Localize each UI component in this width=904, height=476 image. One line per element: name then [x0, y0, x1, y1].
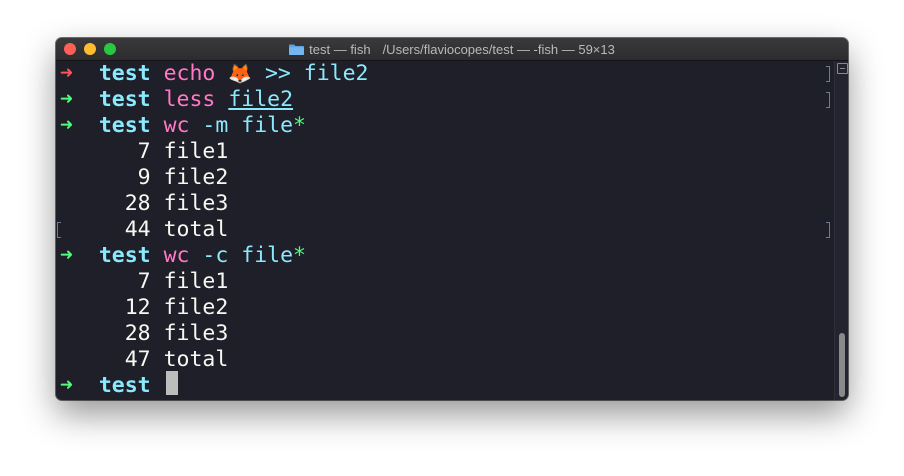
command-argument: file2 [303, 61, 369, 86]
prompt-arrow-icon: ➜ [60, 87, 73, 112]
prompt-directory: test [98, 373, 151, 398]
glob-wildcard: * [293, 243, 306, 268]
output-line: 28 file3 [60, 191, 229, 217]
prompt-line: ➜ test echo 🦊 >> file2 [60, 61, 369, 87]
folder-icon [289, 44, 305, 55]
output-name: file1 [163, 139, 229, 164]
output-count: 47 [124, 347, 151, 372]
prompt-line: ➜ test wc -m file* [60, 113, 306, 139]
output-count: 28 [124, 191, 151, 216]
active-prompt-line[interactable]: ➜ test [60, 373, 151, 399]
window-title-left: test — fish [309, 41, 371, 57]
prompt-directory: test [98, 113, 151, 138]
output-name: file2 [163, 165, 229, 190]
output-name: total [163, 347, 229, 372]
prompt-arrow-icon: ➜ [60, 373, 73, 398]
output-count: 7 [137, 269, 151, 294]
text-cursor [166, 371, 178, 395]
output-count: 28 [124, 321, 151, 346]
prompt-arrow-icon: ➜ [60, 243, 73, 268]
output-line: 7 file1 [60, 269, 229, 295]
command-name: wc [163, 113, 190, 138]
command-flag: -m [202, 113, 229, 138]
terminal-window[interactable]: test — fish /Users/flaviocopes/test — -f… [56, 38, 848, 400]
prompt-directory: test [98, 243, 151, 268]
prompt-arrow-icon: ➜ [60, 61, 73, 86]
output-count: 44 [124, 217, 151, 242]
window-title: test — fish /Users/flaviocopes/test — -f… [56, 38, 848, 60]
output-line: 12 file2 [60, 295, 229, 321]
command-argument: file [241, 243, 294, 268]
redirect-operator: >> [264, 61, 291, 86]
file-path-link[interactable]: file2 [228, 87, 293, 112]
command-name: wc [163, 243, 190, 268]
scroll-thumb[interactable] [839, 333, 845, 397]
prompt-directory: test [98, 87, 151, 112]
output-count: 12 [124, 295, 151, 320]
output-name: file3 [163, 321, 229, 346]
command-flag: -c [202, 243, 229, 268]
mark-bracket-icon [826, 92, 830, 108]
output-line: 7 file1 [60, 139, 229, 165]
command-argument: file [241, 113, 294, 138]
output-line: 28 file3 [60, 321, 229, 347]
output-line: 44 total [60, 217, 229, 243]
window-title-path: /Users/flaviocopes/test — -fish — 59×13 [382, 41, 615, 57]
mark-bracket-icon [826, 66, 830, 82]
output-name: total [163, 217, 229, 242]
glob-wildcard: * [293, 113, 306, 138]
output-line: 47 total [60, 347, 229, 373]
command-name: echo [163, 61, 216, 86]
prompt-arrow-icon: ➜ [60, 113, 73, 138]
command-name: less [163, 87, 216, 112]
output-name: file3 [163, 191, 229, 216]
output-name: file1 [163, 269, 229, 294]
mark-bracket-icon [57, 222, 61, 238]
output-count: 7 [137, 139, 151, 164]
fox-emoji-icon: 🦊 [228, 63, 252, 85]
mark-bracket-icon [826, 222, 830, 238]
title-bar[interactable]: test — fish /Users/flaviocopes/test — -f… [56, 38, 848, 61]
prompt-line: ➜ test less file2 [60, 87, 293, 113]
scroll-menu-icon[interactable] [837, 63, 848, 74]
vertical-scrollbar[interactable] [834, 61, 848, 400]
prompt-directory: test [98, 61, 151, 86]
output-name: file2 [163, 295, 229, 320]
terminal-output[interactable]: ➜ test echo 🦊 >> file2 ➜ test less file2… [56, 61, 832, 400]
output-count: 9 [137, 165, 151, 190]
output-line: 9 file2 [60, 165, 229, 191]
prompt-line: ➜ test wc -c file* [60, 243, 306, 269]
